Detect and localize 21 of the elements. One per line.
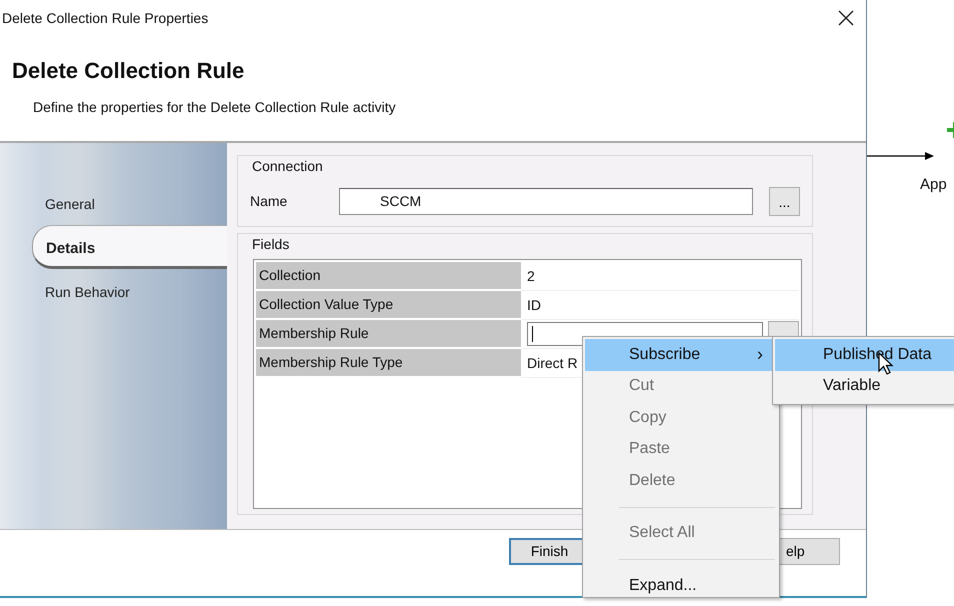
submenu-arrow: › [757, 343, 763, 366]
property-value: ID [527, 296, 541, 314]
property-name: Collection Value Type [256, 291, 521, 320]
field-label: Name [250, 192, 288, 211]
menu-item[interactable]: Expand... [585, 570, 777, 602]
dialog-heading: Delete Collection Rule [12, 57, 246, 85]
sidebar-tab[interactable]: General [0, 181, 227, 225]
property-value: 2 [527, 266, 535, 286]
window-title: Delete Collection Rule Properties [2, 8, 208, 28]
property-name: Membership Rule Type [256, 349, 521, 378]
property-name: Collection [256, 262, 521, 291]
name-field[interactable]: SCCM [339, 188, 753, 215]
dialog-subtitle: Define the properties for the Delete Collection Rule activity [33, 98, 397, 117]
browse-button[interactable]: ... [769, 187, 800, 216]
menu-item[interactable]: Variable [775, 370, 954, 402]
sidebar-tab[interactable]: Details [32, 225, 227, 269]
sidebar-tab[interactable]: Run Behavior [0, 269, 227, 313]
property-name: Membership Rule [256, 320, 521, 349]
property-value: Direct R [527, 354, 578, 372]
menu-item[interactable]: Published Data [775, 339, 954, 370]
node-label: App [920, 175, 947, 195]
